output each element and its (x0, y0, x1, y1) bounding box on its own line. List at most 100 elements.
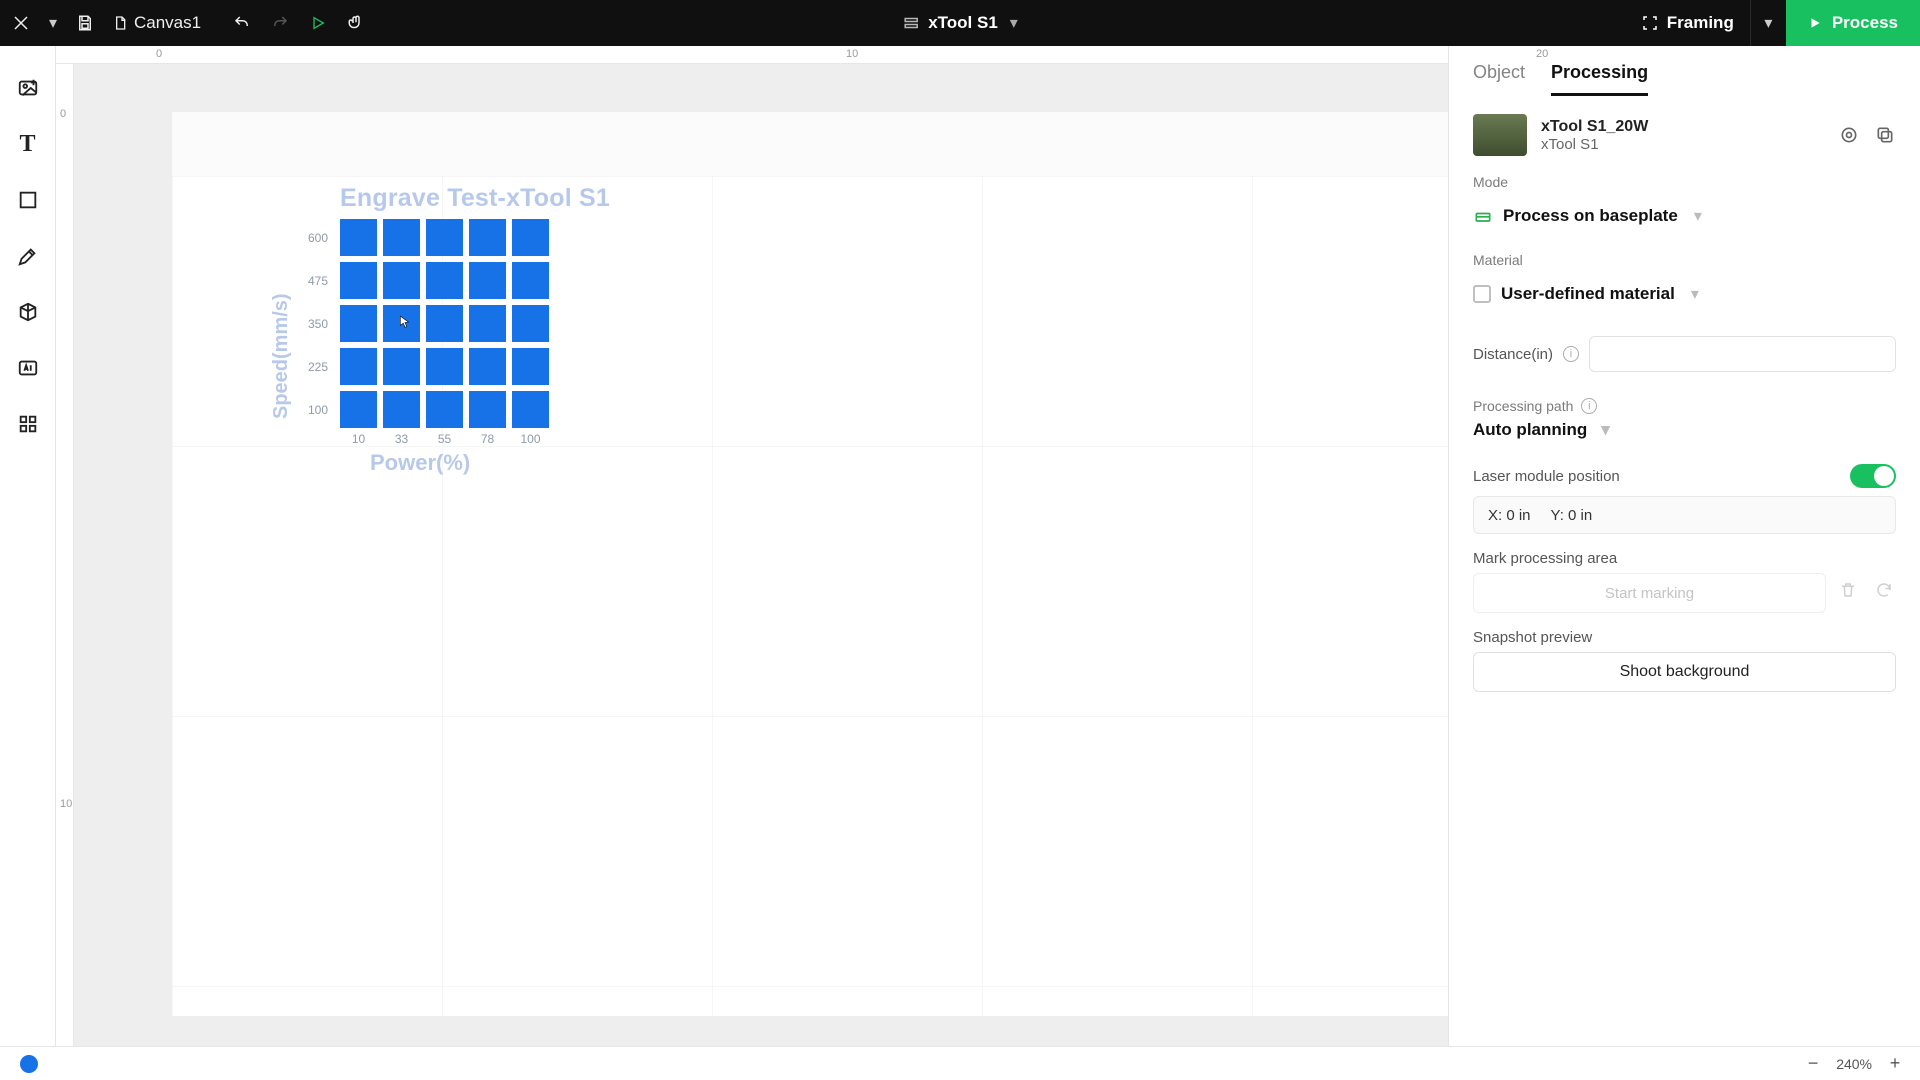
grid-cell[interactable] (469, 262, 506, 299)
snapshot-preview-label: Snapshot preview (1473, 629, 1896, 646)
lmp-x: X: 0 in (1488, 507, 1531, 524)
processing-path-value: Auto planning (1473, 420, 1587, 440)
insert-image-icon[interactable] (12, 72, 44, 104)
grid-cell[interactable] (512, 219, 549, 256)
info-icon[interactable]: i (1563, 346, 1579, 362)
left-toolbar: T (0, 46, 56, 1046)
undo-icon[interactable] (227, 8, 257, 38)
x-tick: 33 (383, 432, 420, 446)
page-top-margin (172, 112, 1448, 176)
tab-processing[interactable]: Processing (1551, 62, 1648, 96)
ai-tool-icon[interactable] (12, 352, 44, 384)
zoom-out-button[interactable]: − (1802, 1053, 1824, 1075)
grid-cell[interactable] (383, 305, 420, 342)
right-panel: Object Processing xTool S1_20W xTool S1 … (1448, 46, 1920, 1046)
ruler-vertical: 0 10 (56, 64, 74, 1046)
grid-cell[interactable] (383, 262, 420, 299)
process-label: Process (1832, 13, 1898, 33)
grid-cell[interactable] (426, 219, 463, 256)
grid-cell[interactable] (469, 305, 506, 342)
topbar-right: Framing ▾ Process (1625, 0, 1920, 46)
apps-grid-icon[interactable] (12, 408, 44, 440)
baseplate-icon (1473, 206, 1493, 226)
tab-object[interactable]: Object (1473, 62, 1525, 96)
top-bar: ▾ Canvas1 xTool S1 ▾ (0, 0, 1920, 46)
framing-caret-button[interactable]: ▾ (1750, 0, 1786, 46)
x-tick: 78 (469, 432, 506, 446)
grid-cell[interactable] (383, 348, 420, 385)
shoot-background-button[interactable]: Shoot background (1473, 652, 1896, 692)
grid-cell[interactable] (340, 391, 377, 428)
machine-info-row: xTool S1_20W xTool S1 (1449, 96, 1920, 166)
grid-cell[interactable] (426, 391, 463, 428)
grid-cell[interactable] (512, 348, 549, 385)
page[interactable]: Engrave Test-xTool S1 Speed(mm/s) 600 47… (172, 176, 1448, 1016)
info-icon[interactable]: i (1581, 398, 1597, 414)
mark-trash-icon[interactable] (1836, 575, 1861, 605)
laser-module-position-values: X: 0 in Y: 0 in (1473, 496, 1896, 534)
x-tick: 10 (340, 432, 377, 446)
hand-pan-icon[interactable] (341, 8, 371, 38)
shape-tool-icon[interactable] (12, 184, 44, 216)
text-tool-icon[interactable]: T (12, 128, 44, 160)
redo-icon[interactable] (265, 8, 295, 38)
grid-cell[interactable] (426, 348, 463, 385)
status-bar: − 240% + (0, 1046, 1920, 1080)
play-icon[interactable] (303, 8, 333, 38)
grid-cell[interactable] (512, 305, 549, 342)
grid-cell[interactable] (469, 391, 506, 428)
distance-input[interactable] (1589, 336, 1896, 372)
y-tick: 100 (296, 391, 334, 428)
test-grid: 600 475 350 225 100 (296, 219, 610, 428)
zoom-in-button[interactable]: + (1884, 1053, 1906, 1075)
color-swatch[interactable] (20, 1055, 38, 1073)
machine-copy-icon[interactable] (1874, 124, 1896, 146)
grid-cell[interactable] (383, 219, 420, 256)
topbar-center[interactable]: xTool S1 ▾ (902, 13, 1018, 33)
processing-path-select[interactable]: Auto planning ▾ (1473, 420, 1896, 440)
mark-processing-area-label: Mark processing area (1473, 550, 1896, 567)
grid-cell[interactable] (340, 305, 377, 342)
grid-cell[interactable] (469, 219, 506, 256)
document-tab[interactable]: Canvas1 (112, 13, 201, 33)
machine-thumbnail (1473, 114, 1527, 156)
x-axis-label: Power(%) (370, 450, 610, 476)
save-icon[interactable] (70, 8, 100, 38)
mode-value: Process on baseplate (1503, 206, 1678, 226)
engrave-test-artwork[interactable]: Engrave Test-xTool S1 Speed(mm/s) 600 47… (282, 184, 610, 476)
machine-target-icon[interactable] (1838, 124, 1860, 146)
app-menu-icon[interactable] (6, 8, 36, 38)
mark-refresh-icon[interactable] (1871, 575, 1896, 605)
grid-cell[interactable] (512, 262, 549, 299)
grid-cell[interactable] (426, 305, 463, 342)
material-swatch-icon (1473, 285, 1491, 303)
app-menu-caret-icon[interactable]: ▾ (44, 13, 62, 33)
machine-sub: xTool S1 (1541, 136, 1648, 153)
grid-cell[interactable] (512, 391, 549, 428)
grid-cell[interactable] (340, 348, 377, 385)
shapes-library-icon[interactable] (12, 296, 44, 328)
canvas-area[interactable]: Engrave Test-xTool S1 Speed(mm/s) 600 47… (74, 64, 1448, 1046)
grid-cell[interactable] (469, 348, 506, 385)
framing-button[interactable]: Framing (1625, 0, 1750, 46)
process-play-icon (1808, 16, 1822, 30)
process-button[interactable]: Process (1786, 0, 1920, 46)
vector-pen-icon[interactable] (12, 240, 44, 272)
framing-label: Framing (1667, 13, 1734, 33)
mode-select[interactable]: Process on baseplate ▾ (1473, 196, 1896, 236)
laser-module-position-toggle[interactable] (1850, 464, 1896, 488)
ruler-horizontal: 0 10 20 (56, 46, 1448, 64)
distance-label: Distance(in) (1473, 346, 1553, 363)
machine-model: xTool S1_20W (1541, 118, 1648, 136)
topbar-left: ▾ Canvas1 (0, 8, 371, 38)
grid-cell[interactable] (340, 219, 377, 256)
grid-cell[interactable] (426, 262, 463, 299)
chevron-down-icon: ▾ (1601, 420, 1610, 440)
document-name: Canvas1 (134, 13, 201, 33)
grid-cell[interactable] (340, 262, 377, 299)
start-marking-button[interactable]: Start marking (1473, 573, 1826, 613)
grid-cell[interactable] (383, 391, 420, 428)
material-select[interactable]: User-defined material ▾ (1473, 274, 1896, 314)
x-tick: 100 (512, 432, 549, 446)
y-tick: 225 (296, 348, 334, 385)
